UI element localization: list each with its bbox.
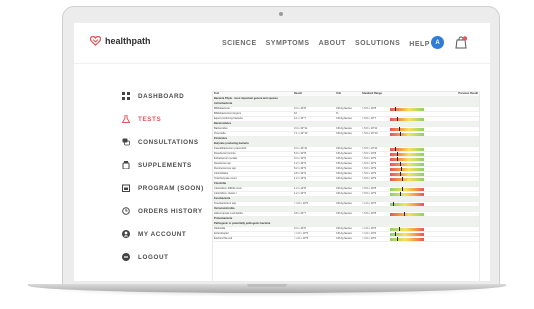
- range-bar: [390, 156, 424, 161]
- nav-symptoms[interactable]: SYMPTOMS: [266, 40, 310, 48]
- chat-icon: [122, 138, 130, 146]
- nav-science[interactable]: SCIENCE: [222, 40, 257, 48]
- range-bar: [390, 161, 424, 166]
- camera-icon: [279, 12, 283, 16]
- range-bar: [390, 231, 424, 236]
- sidebar-item-logout[interactable]: LOGOUT: [122, 253, 169, 261]
- cell-result: < 1.0 x 10^5: [293, 236, 335, 242]
- brand-name: healthpath: [105, 36, 151, 46]
- laptop-notch: [247, 284, 287, 287]
- brand-logo[interactable]: healthpath: [90, 36, 151, 46]
- sidebar-item-orders-history[interactable]: ORDERS HISTORY: [122, 207, 203, 215]
- sidebar-item-consultations[interactable]: CONSULTATIONS: [122, 138, 199, 146]
- range-marker: [400, 131, 402, 136]
- range-marker: [396, 156, 398, 161]
- test-results-panel: Test Result Unit Standard Range Previous…: [212, 91, 480, 281]
- range-bar: [390, 146, 424, 151]
- results-table: Test Result Unit Standard Range Previous…: [213, 92, 479, 242]
- bottle-icon: [122, 161, 130, 169]
- sidebar-label-dashboard: DASHBOARD: [138, 92, 185, 100]
- grid-icon: [122, 92, 130, 100]
- range-marker: [396, 116, 398, 121]
- nav-solutions[interactable]: SOLUTIONS: [355, 40, 400, 48]
- range-marker: [396, 236, 398, 241]
- range-bar: [390, 151, 424, 156]
- cart-button[interactable]: [455, 36, 468, 54]
- range-marker: [400, 166, 402, 171]
- sidebar-label-orders-history: ORDERS HISTORY: [138, 207, 203, 215]
- range-bar: [390, 126, 424, 131]
- shopping-bag-icon: [455, 36, 468, 49]
- sidebar-item-program[interactable]: PROGRAM (SOON): [122, 184, 204, 192]
- cell-range-bar: [389, 236, 441, 242]
- laptop-lid: healthpath SCIENCE SYMPTOMS ABOUT SOLUTI…: [62, 6, 500, 286]
- sidebar-label-consultations: CONSULTATIONS: [138, 138, 199, 146]
- cell-previous-result: [441, 236, 479, 242]
- range-marker: [397, 151, 399, 156]
- cell-range: < 1.0 x 10^6: [361, 236, 389, 242]
- heart-logo-icon: [90, 36, 101, 46]
- laptop-screen: healthpath SCIENCE SYMPTOMS ABOUT SOLUTI…: [74, 23, 490, 281]
- range-marker: [400, 191, 402, 196]
- nav-about[interactable]: ABOUT: [319, 40, 346, 48]
- range-bar: [390, 236, 424, 241]
- history-icon: [122, 207, 130, 215]
- user-icon: [122, 230, 130, 238]
- range-bar: [390, 201, 424, 206]
- range-marker: [399, 161, 401, 166]
- range-bar: [390, 226, 424, 231]
- range-marker: [395, 106, 397, 111]
- range-bar: [390, 171, 424, 176]
- cell-test: Escherichia coli: [213, 236, 293, 242]
- sidebar-label-logout: LOGOUT: [138, 253, 169, 261]
- range-marker: [395, 146, 397, 151]
- avatar[interactable]: A: [431, 36, 444, 49]
- range-bar: [390, 116, 424, 121]
- cell-unit: CFU/g faeces: [335, 236, 361, 242]
- sidebar-item-my-account[interactable]: MY ACCOUNT: [122, 230, 186, 238]
- range-marker: [393, 201, 395, 206]
- range-bar: [390, 211, 424, 216]
- range-marker: [403, 211, 405, 216]
- sidebar-label-my-account: MY ACCOUNT: [138, 230, 187, 238]
- sidebar-item-supplements[interactable]: SUPPLEMENTS: [122, 161, 192, 169]
- range-marker: [401, 186, 403, 191]
- range-bar: [390, 186, 424, 191]
- range-bar: [390, 166, 424, 171]
- main-nav: SCIENCE SYMPTOMS ABOUT SOLUTIONS HELP ⌄: [222, 40, 439, 48]
- range-bar: [390, 191, 424, 196]
- table-row: Escherichia coli < 1.0 x 10^5 CFU/g faeces…: [213, 236, 479, 242]
- top-navigation-bar: healthpath SCIENCE SYMPTOMS ABOUT SOLUTI…: [74, 23, 490, 64]
- range-marker: [400, 171, 402, 176]
- range-marker: [398, 226, 400, 231]
- range-marker: [398, 126, 400, 131]
- logout-icon: [122, 253, 130, 261]
- range-marker: [395, 231, 397, 236]
- flask-icon: [122, 115, 130, 123]
- sidebar-label-tests: TESTS: [138, 115, 162, 123]
- sidebar-label-supplements: SUPPLEMENTS: [138, 161, 192, 169]
- range-bar: [390, 131, 424, 136]
- range-marker: [401, 176, 403, 181]
- sidebar-label-program: PROGRAM (SOON): [138, 184, 204, 192]
- range-bar: [390, 106, 424, 111]
- range-bar: [390, 176, 424, 181]
- sidebar-item-tests[interactable]: TESTS: [122, 115, 161, 123]
- sidebar-item-dashboard[interactable]: DASHBOARD: [122, 92, 184, 100]
- calendar-icon: [122, 184, 130, 192]
